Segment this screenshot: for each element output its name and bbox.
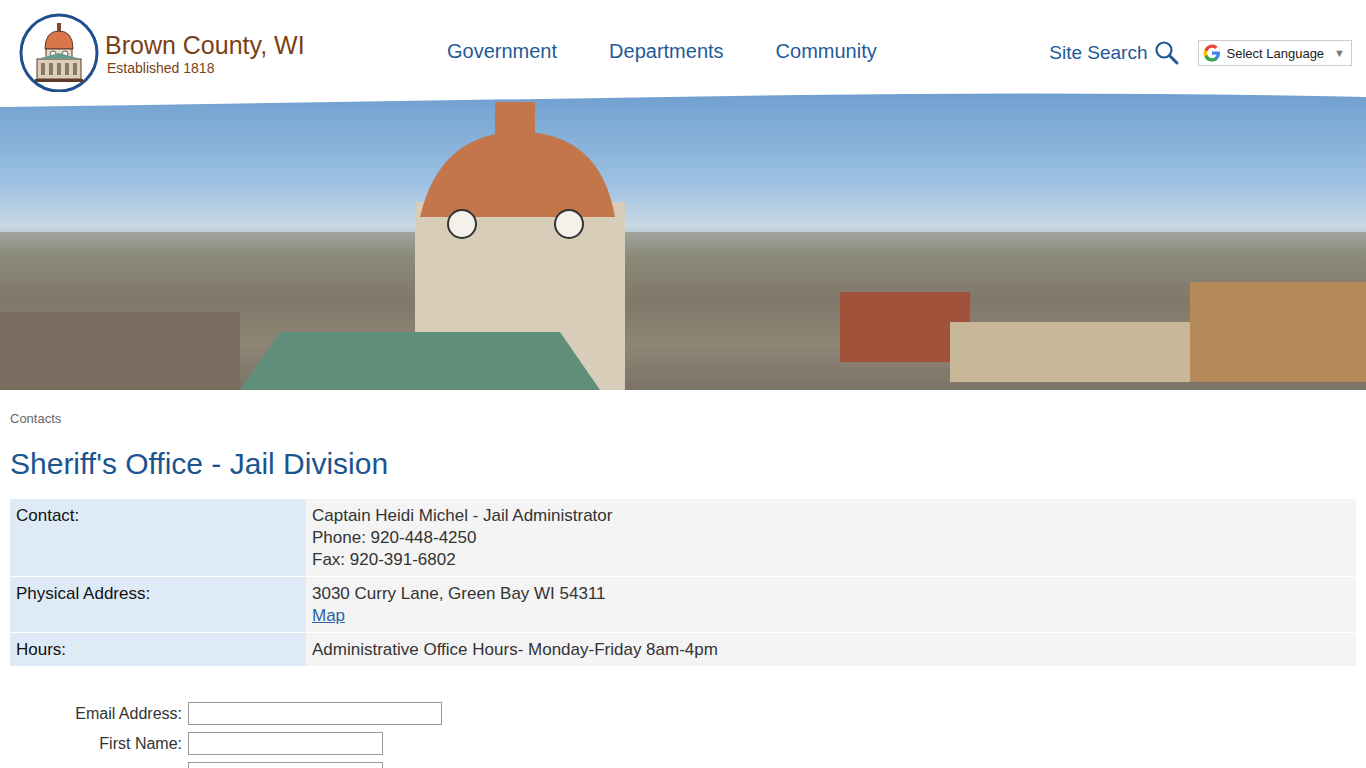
detail-line: Captain Heidi Michel - Jail Administrato… [312,505,1350,527]
form-row [10,762,1356,768]
field-label: Email Address: [10,705,188,723]
site-subtitle: Established 1818 [107,60,305,76]
detail-label: Physical Address: [10,577,306,632]
detail-row: Hours: Administrative Office Hours- Monda… [10,633,1356,666]
text-field[interactable] [188,702,442,725]
wave-edge [0,92,1366,115]
subscribe-form: Email Address: First Name: [10,702,1356,768]
form-row: Email Address: [10,702,1356,725]
dropdown-arrow-icon: ▼ [1334,47,1345,59]
site-header: Brown County, WIEstablished 1818 Governme… [0,0,1366,92]
detail-value: 3030 Curry Lane, Green Bay WI 54311Map [306,577,1356,632]
brand[interactable]: Brown County, WIEstablished 1818 [0,0,420,93]
header-tools: Site Search Select Language ▼ [1049,0,1366,66]
google-icon [1203,44,1221,62]
banner-image [0,92,1366,390]
detail-line: Administrative Office Hours- Monday-Frid… [312,639,1350,661]
contact-table: Contact: Captain Heidi Michel - Jail Admi… [10,498,1356,667]
nav-item[interactable]: Community [776,40,877,63]
map-link-text[interactable]: Map [312,606,345,625]
nav-item[interactable]: Government [447,40,557,63]
main-nav: Government Departments Community [447,0,877,63]
nav-item[interactable]: Departments [609,40,724,63]
site-search-label[interactable]: Site Search [1049,42,1147,64]
site-search[interactable]: Site Search [1049,40,1179,66]
detail-label: Contact: [10,499,306,576]
map-link[interactable]: Map [312,605,1350,627]
detail-value: Captain Heidi Michel - Jail Administrato… [306,499,1356,576]
detail-line: Fax: 920-391-6802 [312,549,1350,571]
magnifier-icon [1154,40,1180,66]
text-field[interactable] [188,762,383,768]
brand-text: Brown County, WIEstablished 1818 [105,13,305,76]
detail-value: Administrative Office Hours- Monday-Frid… [306,633,1356,666]
language-select[interactable]: Select Language ▼ [1198,40,1352,66]
field-label: First Name: [10,735,188,753]
main-content: Contacts Sheriff's Office - Jail Division… [0,390,1366,768]
page-title: Sheriff's Office - Jail Division [10,446,1356,482]
courthouse-logo-icon [19,13,99,93]
language-label: Select Language [1227,46,1325,61]
breadcrumb[interactable]: Contacts [10,410,1356,428]
banner-photo [0,92,1366,390]
form-row: First Name: [10,732,1356,755]
detail-row: Contact: Captain Heidi Michel - Jail Admi… [10,499,1356,576]
detail-line: Phone: 920-448-4250 [312,527,1350,549]
detail-label: Hours: [10,633,306,666]
detail-line: 3030 Curry Lane, Green Bay WI 54311 [312,583,1350,605]
detail-row: Physical Address:3030 Curry Lane, Green … [10,577,1356,632]
site-title[interactable]: Brown County, WI [105,30,305,60]
text-field[interactable] [188,732,383,755]
